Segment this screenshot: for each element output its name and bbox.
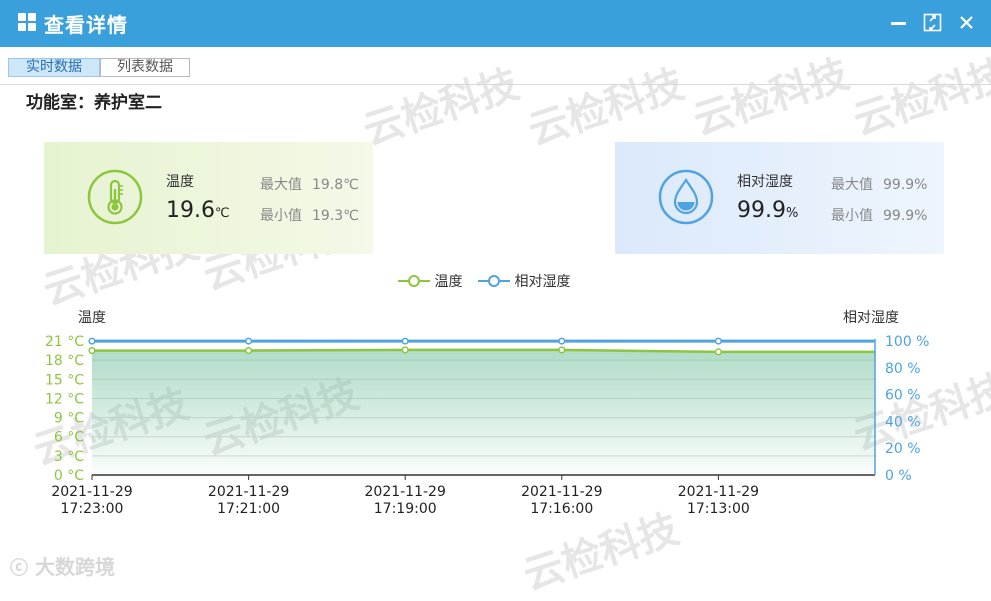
room-label: 功能室：养护室二 (26, 93, 162, 113)
temperature-point (401, 346, 409, 354)
right-tick-label: 60 % (885, 388, 921, 404)
humidity-point (88, 337, 96, 345)
temperature-card: 温度 19.6℃ 最大值 19.8℃ 最小值 19.3℃ (44, 142, 373, 254)
humidity-point (401, 337, 409, 345)
legend-temp-icon (398, 275, 430, 287)
tab-list-data[interactable]: 列表数据 (100, 58, 190, 77)
temperature-point (714, 348, 722, 356)
legend-temp-label: 温度 (434, 274, 463, 290)
footer-brand: ⓒ 大数跨境 (10, 555, 115, 579)
line-chart: 0 °C 3 °C 6 °C 9 °C 12 °C 15 °C 18 °C 21 °C 0 % 2… (45, 334, 930, 517)
temperature-max: 最大值 19.8℃ (260, 177, 359, 193)
maximize-button[interactable] (922, 12, 944, 34)
water-drop-icon (658, 169, 714, 225)
x-tick-date: 2021-11-29 (521, 484, 602, 500)
right-tick-label: 100 % (885, 334, 929, 350)
right-tick-label: 0 % (885, 468, 912, 484)
humidity-point (714, 337, 722, 345)
temperature-value: 19.6℃ (166, 198, 230, 223)
grid-icon (18, 13, 38, 33)
left-tick-label: 18 °C (45, 353, 84, 369)
thermometer-icon (87, 169, 143, 225)
right-axis-title: 相对湿度 (843, 310, 899, 326)
left-tick-label: 21 °C (45, 334, 84, 350)
tab-realtime-data[interactable]: 实时数据 (8, 58, 100, 77)
window-titlebar: 查看详情 (0, 0, 991, 47)
temperature-point (558, 346, 566, 354)
x-tick-time: 17:21:00 (217, 501, 280, 517)
right-tick-label: 40 % (885, 414, 921, 430)
temperature-point (245, 347, 253, 355)
x-tick-date: 2021-11-29 (678, 484, 759, 500)
left-tick-label: 3 °C (54, 449, 84, 465)
x-tick-date: 2021-11-29 (365, 484, 446, 500)
left-axis-title: 温度 (78, 310, 106, 326)
temperature-label: 温度 (166, 174, 194, 190)
legend-hum-icon (478, 275, 510, 287)
brand-logo-icon: ⓒ (10, 558, 28, 579)
legend-hum-label: 相对湿度 (514, 274, 571, 290)
x-tick-time: 17:19:00 (374, 501, 437, 517)
temperature-min: 最小值 19.3℃ (260, 208, 359, 224)
left-tick-label: 15 °C (45, 372, 84, 388)
x-tick-date: 2021-11-29 (208, 484, 289, 500)
watermark: 云检科技 (848, 51, 991, 145)
close-button[interactable] (956, 12, 978, 34)
x-tick-time: 17:13:00 (687, 501, 750, 517)
humidity-value: 99.9% (737, 198, 799, 223)
left-tick-label: 9 °C (54, 411, 84, 427)
x-tick-time: 17:23:00 (61, 501, 124, 517)
close-icon (960, 16, 973, 29)
x-tick-time: 17:16:00 (530, 501, 593, 517)
humidity-label: 相对湿度 (737, 174, 793, 190)
legend-item-temperature[interactable]: 温度 (398, 271, 462, 291)
humidity-min: 最小值 99.9% (831, 208, 928, 224)
watermark: 云检科技 (688, 51, 855, 145)
left-tick-label: 12 °C (45, 391, 84, 407)
divider (0, 84, 991, 85)
humidity-max: 最大值 99.9% (831, 177, 928, 193)
humidity-point (245, 337, 253, 345)
right-tick-label: 20 % (885, 441, 921, 457)
temperature-point (88, 347, 96, 355)
temperature-area (92, 349, 875, 475)
right-tick-label: 80 % (885, 361, 921, 377)
watermark: 云检科技 (523, 61, 690, 155)
minimize-icon (891, 22, 906, 25)
window-title: 查看详情 (44, 13, 128, 37)
left-tick-label: 6 °C (54, 430, 84, 446)
maximize-icon (923, 13, 942, 32)
legend-item-humidity[interactable]: 相对湿度 (478, 271, 570, 291)
humidity-point (558, 337, 566, 345)
watermark: 云检科技 (358, 61, 525, 155)
humidity-card: 相对湿度 99.9% 最大值 99.9% 最小值 99.9% (615, 142, 944, 254)
left-tick-label: 0 °C (54, 468, 84, 484)
x-tick-date: 2021-11-29 (51, 484, 132, 500)
minimize-button[interactable] (888, 12, 910, 34)
